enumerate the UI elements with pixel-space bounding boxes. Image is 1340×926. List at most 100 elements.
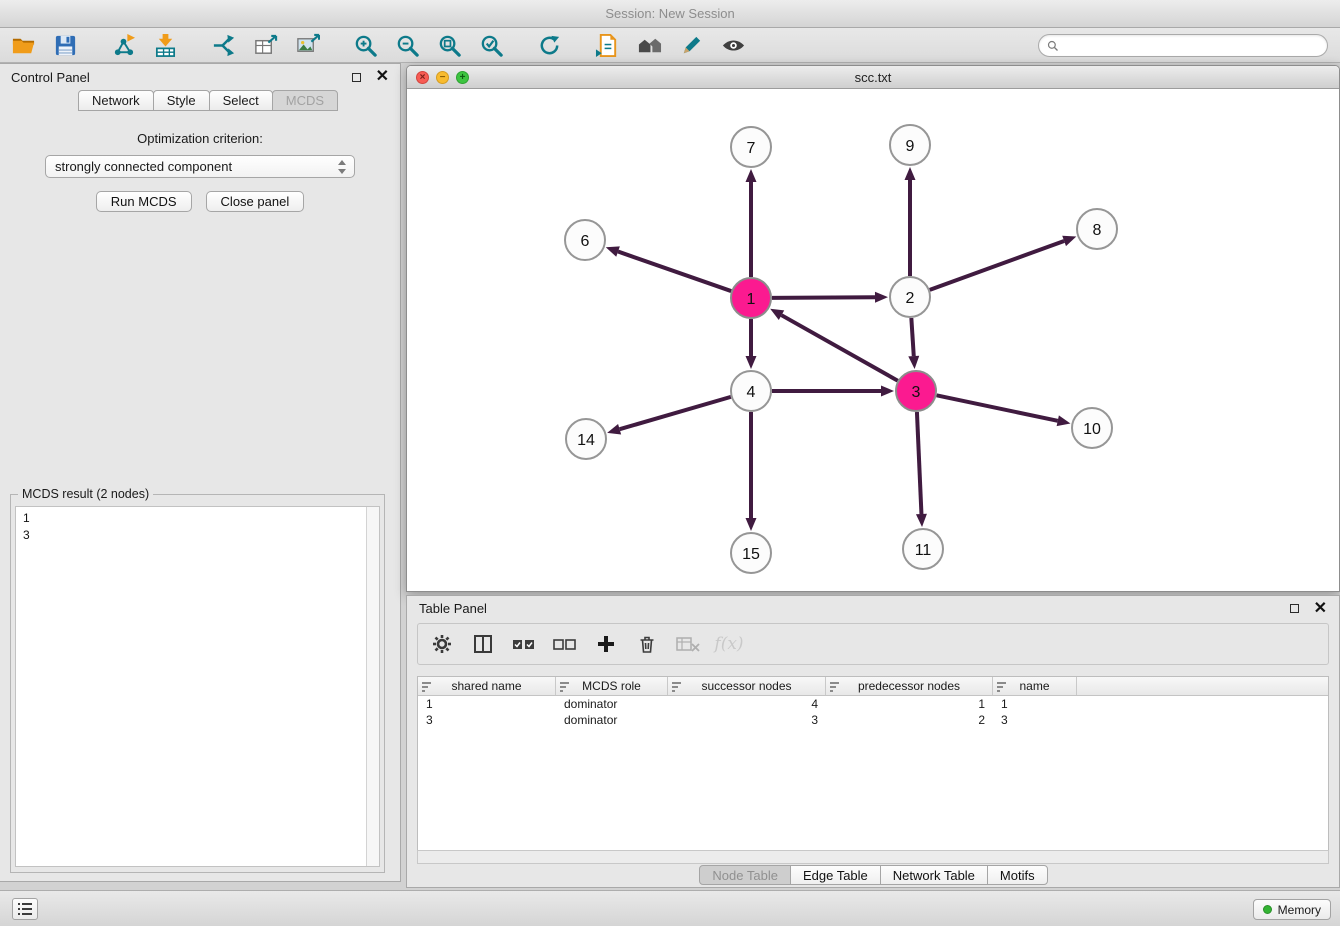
table-row[interactable]: 1 dominator 4 1 1 [418, 696, 1328, 712]
delete-table-button[interactable] [676, 632, 700, 656]
column-header-name[interactable]: name [993, 677, 1077, 695]
zoom-fit-button[interactable] [434, 30, 464, 60]
cell-successor-nodes: 3 [668, 713, 826, 727]
close-panel-icon[interactable]: ✕ [376, 70, 389, 84]
sort-icon [997, 681, 1007, 693]
checked-boxes-icon [512, 634, 536, 654]
run-mcds-button[interactable]: Run MCDS [96, 191, 192, 212]
svg-text:15: 15 [742, 546, 760, 563]
network-node-4[interactable]: 4 [731, 371, 771, 411]
edge-4-15[interactable] [746, 412, 757, 531]
first-neighbors-button[interactable] [634, 30, 664, 60]
close-window-icon[interactable]: × [416, 71, 429, 84]
edge-1-4[interactable] [746, 319, 757, 369]
select-all-columns-button[interactable] [512, 632, 536, 656]
column-header-mcds-role[interactable]: MCDS role [556, 677, 668, 695]
edge-3-11[interactable] [916, 412, 927, 527]
zoom-in-button[interactable] [350, 30, 380, 60]
network-node-2[interactable]: 2 [890, 277, 930, 317]
mcds-buttons: Run MCDS Close panel [0, 191, 400, 212]
network-node-11[interactable]: 11 [903, 529, 943, 569]
export-network-button[interactable] [208, 30, 238, 60]
tab-motifs[interactable]: Motifs [987, 865, 1048, 885]
mcds-result-area[interactable]: 1 3 [15, 506, 380, 867]
column-label: name [1019, 679, 1049, 693]
tab-style[interactable]: Style [153, 90, 210, 111]
result-scrollbar[interactable] [366, 507, 379, 866]
network-node-8[interactable]: 8 [1077, 209, 1117, 249]
deselect-all-columns-button[interactable] [553, 632, 577, 656]
tab-mcds[interactable]: MCDS [272, 90, 338, 111]
network-node-10[interactable]: 10 [1072, 408, 1112, 448]
edge-1-7[interactable] [746, 169, 757, 277]
network-graph-svg[interactable]: 7 9 6 8 1 2 4 3 10 14 15 11 [407, 89, 1339, 591]
edge-3-10[interactable] [937, 395, 1071, 426]
table-settings-button[interactable] [430, 632, 454, 656]
show-columns-button[interactable] [471, 632, 495, 656]
network-node-7[interactable]: 7 [731, 127, 771, 167]
titlebar: Session: New Session [0, 0, 1340, 28]
tab-edge-table[interactable]: Edge Table [790, 865, 881, 885]
optimization-criterion-select[interactable]: strongly connected component [45, 155, 355, 178]
float-table-panel-icon[interactable] [1290, 604, 1299, 613]
dropdown-stepper-icon [336, 159, 348, 175]
graphics-details-button[interactable] [676, 30, 706, 60]
memory-button[interactable]: Memory [1253, 899, 1331, 920]
network-canvas[interactable]: 7 9 6 8 1 2 4 3 10 14 15 11 [407, 89, 1339, 591]
delete-column-button[interactable] [635, 632, 659, 656]
export-table-button[interactable] [250, 30, 280, 60]
edge-1-2[interactable] [772, 292, 888, 303]
edge-2-9[interactable] [905, 167, 916, 276]
cell-shared-name: 1 [418, 697, 556, 711]
network-node-6[interactable]: 6 [565, 220, 605, 260]
tab-select[interactable]: Select [209, 90, 273, 111]
zoom-selected-button[interactable] [476, 30, 506, 60]
tab-network-table[interactable]: Network Table [880, 865, 988, 885]
import-network-button[interactable] [108, 30, 138, 60]
edge-4-3[interactable] [772, 386, 894, 397]
network-node-1[interactable]: 1 [731, 278, 771, 318]
edge-2-3[interactable] [908, 318, 919, 369]
edge-4-14[interactable] [607, 397, 731, 435]
column-header-predecessor-nodes[interactable]: predecessor nodes [826, 677, 993, 695]
export-image-icon [295, 33, 320, 58]
task-history-button[interactable] [12, 898, 38, 920]
network-window: × − + scc.txt 7 9 6 8 1 2 4 3 10 14 15 11 [406, 65, 1340, 592]
network-node-15[interactable]: 15 [731, 533, 771, 573]
network-node-14[interactable]: 14 [566, 419, 606, 459]
edge-3-1[interactable] [770, 309, 898, 381]
create-column-button[interactable] [594, 632, 618, 656]
svg-text:10: 10 [1083, 421, 1101, 438]
show-hide-button[interactable] [718, 30, 748, 60]
zoom-window-icon[interactable]: + [456, 71, 469, 84]
refresh-view-button[interactable] [534, 30, 564, 60]
function-builder-button[interactable]: f(x) [717, 632, 741, 656]
column-header-shared-name[interactable]: shared name [418, 677, 556, 695]
save-session-button[interactable] [50, 30, 80, 60]
export-image-button[interactable] [292, 30, 322, 60]
network-node-9[interactable]: 9 [890, 125, 930, 165]
close-table-panel-icon[interactable]: ✕ [1314, 602, 1327, 616]
table-row[interactable]: 3 dominator 3 2 3 [418, 712, 1328, 728]
table-horizontal-scrollbar[interactable] [417, 850, 1329, 864]
search-field[interactable] [1038, 34, 1328, 57]
edge-1-6[interactable] [606, 246, 731, 291]
network-node-3[interactable]: 3 [896, 371, 936, 411]
cell-name: 3 [993, 713, 1077, 727]
edge-2-8[interactable] [930, 236, 1077, 290]
column-header-successor-nodes[interactable]: successor nodes [668, 677, 826, 695]
network-snapshot-button[interactable] [592, 30, 622, 60]
open-session-button[interactable] [8, 30, 38, 60]
table-panel-title: Table Panel [419, 601, 487, 616]
zoom-out-button[interactable] [392, 30, 422, 60]
close-panel-button[interactable]: Close panel [206, 191, 305, 212]
tab-network[interactable]: Network [78, 90, 154, 111]
search-input[interactable] [1064, 39, 1319, 53]
network-window-titlebar[interactable]: × − + scc.txt [407, 66, 1339, 89]
column-label: MCDS role [582, 679, 641, 693]
minimize-window-icon[interactable]: − [436, 71, 449, 84]
float-panel-icon[interactable] [352, 73, 361, 82]
svg-text:14: 14 [577, 432, 595, 449]
import-table-button[interactable] [150, 30, 180, 60]
tab-node-table[interactable]: Node Table [699, 865, 791, 885]
